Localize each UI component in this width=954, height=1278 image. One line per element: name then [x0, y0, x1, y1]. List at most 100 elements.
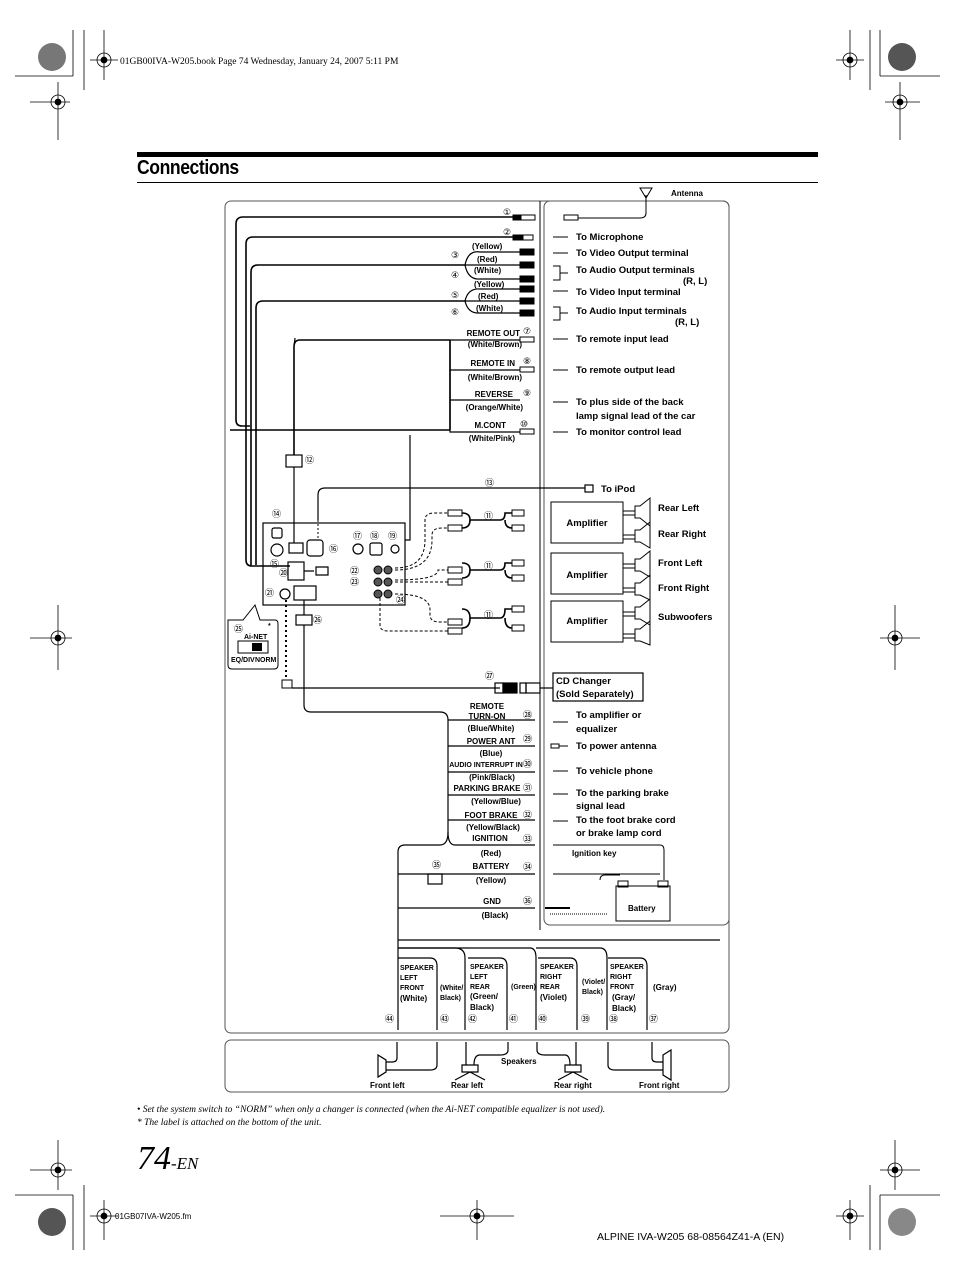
lead-num-29: ㉙ — [523, 734, 532, 745]
spk-lead-lr-2: LEFT — [470, 974, 488, 981]
num-13: ⑬ — [485, 478, 494, 489]
spk-lead-rr-3: REAR — [540, 984, 560, 991]
lead-foot-brake-color: (Yellow/Black) — [466, 823, 520, 832]
spk-lead-rf-3: FRONT — [610, 984, 635, 991]
battery-label: Battery — [628, 904, 656, 913]
lead-ignition-color: (Red) — [481, 849, 502, 858]
dest-audio-output: To Audio Output terminals — [576, 265, 695, 276]
spk-lead-lf-1: SPEAKER — [400, 965, 434, 972]
lead-ignition: IGNITION — [472, 834, 508, 843]
lead-remote-out-color: (White/Brown) — [468, 340, 523, 349]
crosshair-mark-top-right — [836, 30, 864, 80]
crosshair-mark-left-low — [30, 1140, 72, 1190]
connector-plugs-top — [512, 214, 536, 435]
spk-lead-rf-1: SPEAKER — [610, 964, 644, 971]
spk-lead-rrn-2: Black) — [582, 989, 603, 996]
lead-foot-brake: FOOT BRAKE — [465, 811, 519, 820]
crosshair-mark-bottom-right — [836, 1200, 864, 1240]
cd-changer-line2: (Sold Separately) — [556, 689, 634, 700]
spk-lead-lr-4: (Green/ — [470, 992, 499, 1001]
fuse-num-35: ㉟ — [432, 860, 441, 871]
num-18: ⑱ — [370, 531, 379, 542]
antenna — [563, 187, 653, 221]
ainet-asterisk: * — [268, 623, 271, 630]
spk-lead-lr-1: SPEAKER — [470, 964, 504, 971]
ainet-eqdiv: EQ/DIV — [231, 657, 255, 664]
num-24: ㉔ — [396, 595, 405, 606]
crosshair-mark-right-mid1 — [885, 82, 920, 140]
note-asterisk: * The label is attached on the bottom of… — [137, 1117, 321, 1128]
footer-file-name: 01GB07IVA-W205.fm — [115, 1212, 192, 1221]
spk-lead-rr-4: (Violet) — [540, 993, 567, 1002]
spk-lead-rf-4: (Gray/ — [612, 993, 636, 1002]
num-11a: ⑪ — [484, 511, 493, 522]
ainet-label: Ai-NET — [244, 634, 268, 641]
spk-lead-rfp-1: (Gray) — [653, 983, 677, 992]
color-target-top-left — [38, 43, 66, 71]
rca-color-yellow-2: (Yellow) — [474, 280, 505, 289]
lead-power-ant-color: (Blue) — [480, 749, 503, 758]
lead-num-36: ㊱ — [523, 896, 532, 907]
dest-power-antenna: To power antenna — [576, 741, 657, 752]
crosshair-mark-bottom-left — [90, 1200, 118, 1240]
connector-num-2: ② — [503, 228, 511, 238]
lead-num-31: ㉛ — [523, 783, 532, 794]
num-20: ⑳ — [279, 568, 288, 579]
connector-num-5: ⑤ — [451, 291, 459, 301]
dest-parking-brake-2: signal lead — [576, 801, 625, 812]
dest-microphone: To Microphone — [576, 232, 643, 243]
lead-remote-turnon-color: (Blue/White) — [468, 724, 515, 733]
spk-lead-rrn-1: (Violet/ — [582, 979, 605, 986]
color-target-top-right — [888, 43, 916, 71]
spk-lead-rr-2: RIGHT — [540, 974, 563, 981]
spk-num-37: ㊲ — [649, 1014, 658, 1025]
crosshair-mark-right-low — [880, 1140, 920, 1190]
dest-foot-brake: To the foot brake cord — [576, 815, 676, 826]
lead-mcont: M.CONT — [474, 421, 506, 430]
color-target-bottom-right — [888, 1208, 916, 1236]
amp-speaker-icons — [623, 496, 651, 646]
lead-num-32: ㉜ — [523, 810, 532, 821]
lead-audio-interrupt-color: (Pink/Black) — [469, 773, 515, 782]
dest-remote-output: To remote output lead — [576, 365, 675, 376]
num-23: ㉓ — [350, 577, 359, 588]
spk-lead-rf-5: Black) — [612, 1004, 636, 1013]
amplifier-1-label: Amplifier — [566, 518, 607, 529]
connector-num-3: ③ — [451, 251, 459, 261]
num-19: ⑲ — [388, 531, 397, 542]
color-target-circles — [38, 43, 916, 1236]
num-14: ⑭ — [272, 509, 281, 520]
dest-foot-brake-2: or brake lamp cord — [576, 828, 662, 839]
connector-num-6: ⑥ — [451, 308, 459, 318]
ipod-label: To iPod — [601, 484, 635, 495]
lead-reverse-color: (Orange/White) — [466, 403, 524, 412]
lead-remote-in-color: (White/Brown) — [468, 373, 523, 382]
amp-out-front-left: Front Left — [658, 558, 703, 569]
spk-lead-lrp-1: (Green) — [511, 984, 536, 991]
spk-lead-lf-3: FRONT — [400, 985, 425, 992]
dest-amplifier-2: equalizer — [576, 724, 617, 735]
page-number-value: 74 — [137, 1140, 171, 1177]
lead-audio-interrupt: AUDIO INTERRUPT IN — [449, 762, 523, 769]
crosshair-mark-left-mid1 — [30, 82, 70, 140]
amplifier-3-label: Amplifier — [566, 616, 607, 627]
lead-remote-turnon-1: REMOTE — [470, 702, 505, 711]
spk-num-38: ㊳ — [609, 1014, 618, 1025]
footer-doc-code: ALPINE IVA-W205 68-08564Z41-A (EN) — [597, 1231, 785, 1243]
lead-power-ant: POWER ANT — [467, 737, 516, 746]
wire-av-out — [250, 264, 465, 565]
lead-num-28: ㉘ — [523, 710, 532, 721]
crosshair-mark-top-left — [90, 30, 118, 80]
amp-out-subwoofers: Subwoofers — [658, 612, 712, 623]
rca-color-red-1: (Red) — [477, 255, 498, 264]
lead-num-7: ⑦ — [523, 327, 531, 337]
speaker-front-right: Front right — [639, 1081, 680, 1090]
spk-lead-lf-2: LEFT — [400, 975, 418, 982]
page-number: 74-EN — [137, 1140, 198, 1178]
speaker-front-left: Front left — [370, 1081, 405, 1090]
page-number-suffix: -EN — [171, 1154, 199, 1173]
wire-remote — [293, 339, 450, 455]
speakers-title: Speakers — [501, 1057, 537, 1066]
dest-video-output: To Video Output terminal — [576, 248, 689, 259]
lead-num-30: ㉚ — [523, 759, 532, 770]
